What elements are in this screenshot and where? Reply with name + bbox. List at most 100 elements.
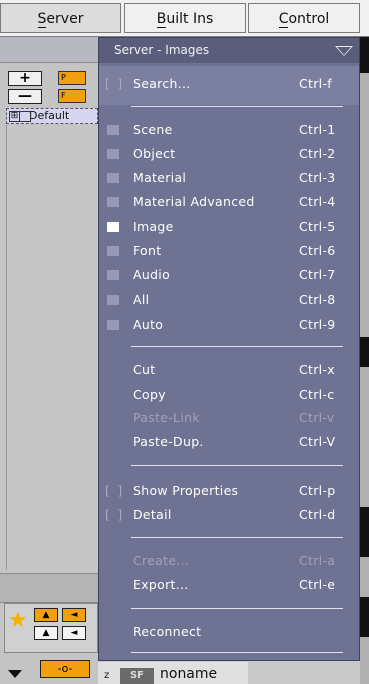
menu-item-auto[interactable]: Auto Ctrl-9 bbox=[99, 313, 359, 337]
menu-item-scene[interactable]: Scene Ctrl-1 bbox=[99, 118, 359, 142]
checkbox-brackets: [ ] bbox=[105, 77, 125, 91]
menu-item-shortcut: Ctrl-x bbox=[299, 362, 335, 377]
menu-item-cut[interactable]: Cut Ctrl-x bbox=[99, 358, 359, 382]
top-tab-bar: Server Built Ins Control bbox=[0, 0, 369, 37]
menu-separator bbox=[131, 106, 343, 107]
menu-item-label: Material bbox=[133, 170, 187, 185]
filter-checkbox[interactable] bbox=[107, 125, 119, 135]
menu-item-shortcut: Ctrl-6 bbox=[299, 243, 336, 258]
checkbox-brackets: [ ] bbox=[105, 508, 125, 522]
menu-item-object[interactable]: Object Ctrl-2 bbox=[99, 142, 359, 166]
menu-item-export[interactable]: Export... Ctrl-e bbox=[99, 573, 359, 597]
tab-built-ins-mnemonic: B bbox=[156, 11, 167, 28]
menu-item-reconnect[interactable]: Reconnect bbox=[99, 620, 359, 644]
arrow-white-icon[interactable]: ◄ bbox=[62, 626, 86, 640]
menu-item-material[interactable]: Material Ctrl-3 bbox=[99, 166, 359, 190]
collapse-triangle-icon[interactable] bbox=[335, 46, 353, 56]
menu-item-shortcut: Ctrl-5 bbox=[299, 219, 336, 234]
menu-title: Server - Images bbox=[114, 43, 210, 57]
menu-item-detail[interactable]: [ ] Detail Ctrl-d bbox=[99, 503, 359, 527]
menu-item-paste-dup[interactable]: Paste-Dup. Ctrl-V bbox=[99, 430, 359, 454]
tab-server[interactable]: Server bbox=[0, 3, 121, 33]
selected-item-bar[interactable]: z SF noname bbox=[98, 662, 248, 684]
panel-header-strip bbox=[0, 37, 98, 63]
filter-checkbox-checked[interactable] bbox=[107, 222, 119, 232]
menu-item-label: Paste-Link bbox=[133, 410, 200, 425]
connector-button[interactable]: -o- bbox=[40, 660, 90, 678]
menu-item-shortcut: Ctrl-v bbox=[299, 410, 335, 425]
filter-checkbox[interactable] bbox=[107, 246, 119, 256]
menu-separator bbox=[131, 537, 343, 538]
menu-item-label: Search... bbox=[133, 76, 191, 91]
menu-item-font[interactable]: Font Ctrl-6 bbox=[99, 239, 359, 263]
tree-item-default[interactable]: ⊞ Default bbox=[6, 108, 98, 124]
tree-item-label: Default bbox=[29, 109, 70, 122]
menu-item-copy[interactable]: Copy Ctrl-c bbox=[99, 383, 359, 407]
menu-item-label: Paste-Dup. bbox=[133, 434, 204, 449]
tab-control-label: ontrol bbox=[288, 11, 330, 27]
menu-item-all[interactable]: All Ctrl-8 bbox=[99, 288, 359, 312]
menu-item-label: Copy bbox=[133, 387, 166, 402]
menu-item-label: Font bbox=[133, 243, 162, 258]
filter-checkbox[interactable] bbox=[107, 270, 119, 280]
menu-item-shortcut: Ctrl-e bbox=[299, 577, 336, 592]
menu-item-shortcut: Ctrl-V bbox=[299, 434, 336, 449]
menu-item-label: Scene bbox=[133, 122, 173, 137]
menu-item-label: Image bbox=[133, 219, 174, 234]
filter-checkbox[interactable] bbox=[107, 149, 119, 159]
filter-checkbox[interactable] bbox=[107, 320, 119, 330]
menu-item-shortcut: Ctrl-7 bbox=[299, 267, 336, 282]
edge-segment bbox=[360, 507, 369, 557]
menu-item-image[interactable]: Image Ctrl-5 bbox=[99, 215, 359, 239]
menu-item-shortcut: Ctrl-9 bbox=[299, 317, 336, 332]
menu-item-audio[interactable]: Audio Ctrl-7 bbox=[99, 263, 359, 287]
tree-scroll-area[interactable] bbox=[6, 125, 99, 570]
tab-control[interactable]: Control bbox=[248, 3, 360, 33]
menu-item-shortcut: Ctrl-8 bbox=[299, 292, 336, 307]
filter-checkbox[interactable] bbox=[107, 295, 119, 305]
right-edge-strip bbox=[360, 37, 369, 684]
item-name: noname bbox=[160, 666, 218, 682]
menu-item-shortcut: Ctrl-c bbox=[299, 387, 335, 402]
menu-item-label: Show Properties bbox=[133, 483, 239, 498]
panel-footer-bar bbox=[0, 573, 98, 603]
menu-item-shortcut: Ctrl-p bbox=[299, 483, 336, 498]
filter-checkbox[interactable] bbox=[107, 173, 119, 183]
add-button[interactable]: + bbox=[8, 71, 42, 86]
tab-built-ins-label: uilt Ins bbox=[166, 11, 214, 27]
menu-item-label: Material Advanced bbox=[133, 194, 255, 209]
tab-control-mnemonic: C bbox=[278, 11, 289, 28]
menu-item-label: Detail bbox=[133, 507, 172, 522]
server-images-menu: Server - Images [ ] Search... Ctrl-f Sce… bbox=[98, 37, 360, 661]
menu-separator bbox=[131, 346, 343, 347]
menu-item-paste-link: Paste-Link Ctrl-v bbox=[99, 406, 359, 430]
menu-item-shortcut: Ctrl-1 bbox=[299, 122, 336, 137]
property-button[interactable]: P bbox=[58, 71, 86, 85]
menu-item-show-properties[interactable]: [ ] Show Properties Ctrl-p bbox=[99, 479, 359, 503]
menu-item-shortcut: Ctrl-2 bbox=[299, 146, 336, 161]
menu-item-shortcut: Ctrl-a bbox=[299, 553, 336, 568]
chevron-down-icon[interactable] bbox=[8, 670, 22, 678]
menu-separator bbox=[131, 608, 343, 609]
menu-item-label: Create... bbox=[133, 553, 190, 568]
edge-segment bbox=[360, 337, 369, 367]
favorite-star-icon[interactable]: ★ bbox=[8, 610, 28, 632]
menu-item-shortcut: Ctrl-3 bbox=[299, 170, 336, 185]
edge-segment bbox=[360, 597, 369, 637]
menu-item-search[interactable]: [ ] Search... Ctrl-f bbox=[99, 72, 359, 96]
menu-separator bbox=[131, 652, 343, 653]
menu-item-shortcut: Ctrl-d bbox=[299, 507, 336, 522]
menu-item-label: Audio bbox=[133, 267, 171, 282]
remove-button[interactable]: — bbox=[8, 89, 42, 104]
person-white-icon[interactable]: ▲ bbox=[34, 626, 58, 640]
menu-item-label: Reconnect bbox=[133, 624, 202, 639]
folder-button[interactable]: F bbox=[58, 89, 86, 103]
menu-item-create: Create... Ctrl-a bbox=[99, 549, 359, 573]
person-orange-icon[interactable]: ▲ bbox=[34, 608, 58, 622]
menu-item-shortcut: Ctrl-4 bbox=[299, 194, 336, 209]
filter-checkbox[interactable] bbox=[107, 197, 119, 207]
checkbox-brackets: [ ] bbox=[105, 484, 125, 498]
menu-item-material-advanced[interactable]: Material Advanced Ctrl-4 bbox=[99, 190, 359, 214]
arrow-orange-icon[interactable]: ◄ bbox=[62, 608, 86, 622]
tab-built-ins[interactable]: Built Ins bbox=[124, 3, 246, 33]
